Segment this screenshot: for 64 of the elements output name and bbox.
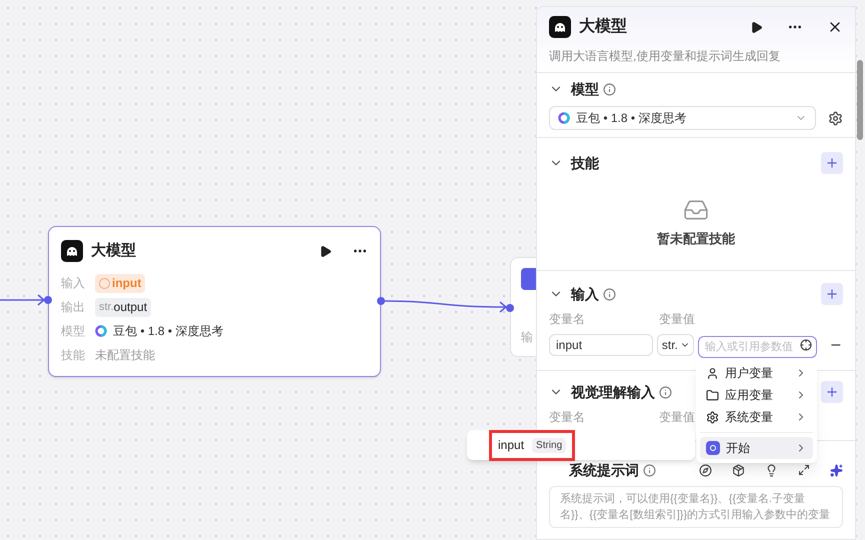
column-header: 变量值	[659, 311, 695, 328]
info-icon	[603, 288, 616, 300]
plus-icon	[825, 287, 839, 301]
box-icon[interactable]	[732, 464, 745, 476]
empty-message: 暂未配置技能	[657, 230, 735, 248]
section-title: 系统提示词	[569, 460, 639, 480]
output-port[interactable]	[377, 297, 385, 305]
type-tag: String	[532, 438, 566, 452]
variable-tag: str.output	[95, 298, 152, 316]
lightbulb-icon[interactable]	[765, 464, 778, 476]
run-icon[interactable]	[319, 244, 332, 258]
node-field-label: 技能	[61, 347, 86, 364]
model-name: 豆包 • 1.8 • 深度思考	[113, 323, 224, 340]
robot-logo-icon	[61, 240, 83, 262]
node-value: 未配置技能	[95, 347, 155, 364]
node-icon	[706, 441, 720, 455]
expand-icon[interactable]	[798, 464, 810, 476]
compass-icon[interactable]	[699, 464, 712, 476]
panel-title: 大模型	[579, 16, 627, 37]
user-icon	[706, 366, 719, 380]
menu-item[interactable]: 开始	[700, 437, 813, 459]
gear-icon	[706, 410, 719, 424]
folder-icon	[706, 388, 719, 402]
info-icon	[659, 386, 672, 398]
model-logo-icon	[95, 325, 107, 337]
section-title: 视觉理解输入	[571, 382, 655, 402]
add-button[interactable]	[821, 381, 843, 403]
model-select[interactable]: 豆包 • 1.8 • 深度思考	[549, 106, 816, 130]
panel-description: 调用大语言模型,使用变量和提示词生成回复	[549, 48, 782, 65]
section-title: 模型	[571, 80, 599, 98]
node-icon	[521, 268, 537, 290]
input-port[interactable]	[44, 296, 52, 304]
value-field[interactable]: 输入或引用参数值	[698, 336, 818, 358]
variable-tag: input	[95, 274, 146, 292]
connector-arrow	[0, 294, 46, 306]
section-title: 技能	[571, 154, 599, 172]
section-title: 输入	[571, 284, 599, 304]
node-title: 大模型	[91, 240, 136, 261]
info-icon	[643, 464, 656, 476]
robot-logo-icon	[549, 16, 571, 38]
add-button[interactable]	[821, 152, 843, 174]
input-port[interactable]	[506, 304, 514, 312]
node-field-label: 输	[521, 329, 534, 346]
menu-item[interactable]: 应用变量	[700, 384, 813, 406]
variable-name: input	[498, 437, 524, 454]
menu-item[interactable]: 用户变量	[700, 362, 813, 384]
add-button[interactable]	[821, 283, 843, 305]
menu-item[interactable]: 系统变量	[700, 406, 813, 428]
run-icon[interactable]	[750, 20, 763, 34]
node-field-label: 输入	[61, 275, 86, 292]
scrollbar[interactable]	[857, 60, 863, 140]
sparkle-icon[interactable]	[830, 464, 843, 476]
node-field-label: 模型	[61, 323, 86, 340]
type-select[interactable]: str.	[656, 334, 694, 356]
settings-icon[interactable]	[828, 110, 843, 126]
variable-name-field[interactable]: input	[549, 334, 653, 356]
model-logo-icon	[558, 112, 570, 124]
column-header: 变量值	[659, 409, 695, 426]
column-header: 变量名	[549, 409, 586, 426]
node-field-label: 输出	[61, 299, 86, 316]
plus-icon	[825, 156, 839, 170]
info-icon	[603, 82, 616, 96]
column-header: 变量名	[549, 311, 586, 328]
plus-icon	[825, 385, 839, 399]
